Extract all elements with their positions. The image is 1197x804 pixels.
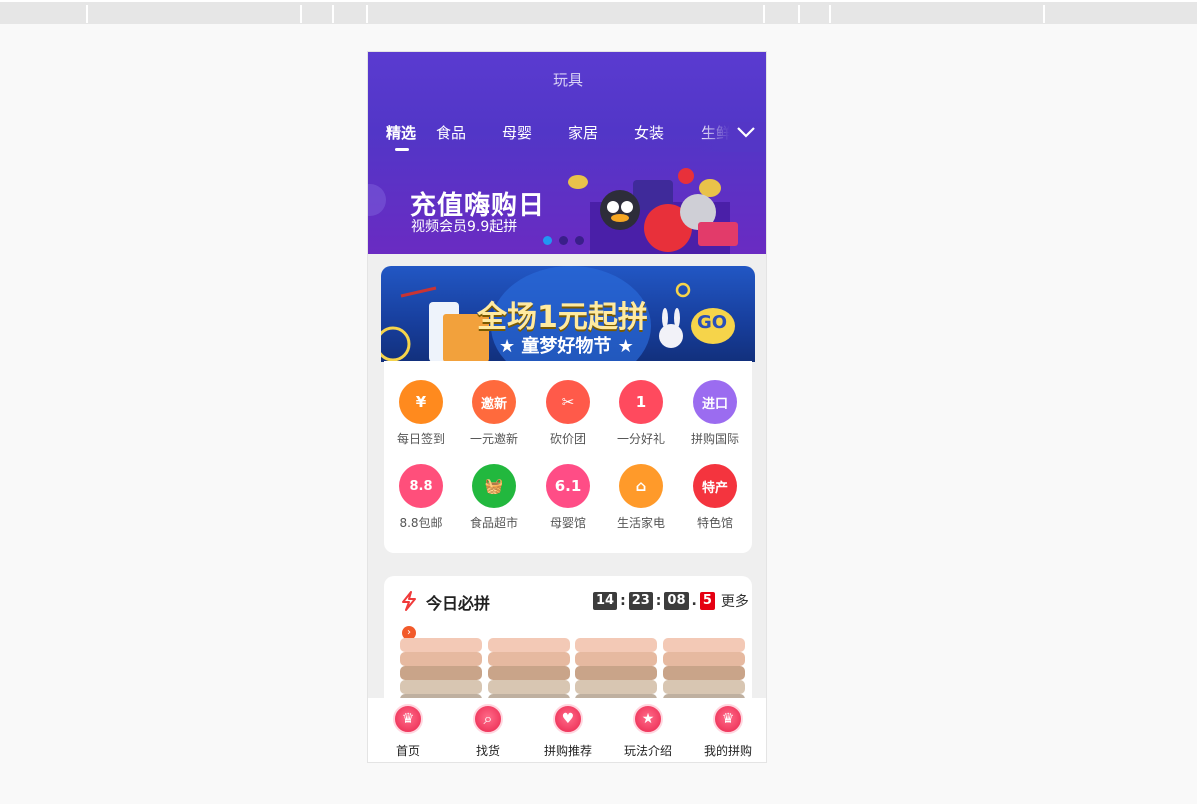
promo-subline: ★ 童梦好物节 ★ xyxy=(499,336,634,357)
plane-import-icon: 进口 xyxy=(693,380,737,424)
go-badge: GO xyxy=(697,312,728,333)
chevron-down-icon[interactable] xyxy=(736,124,756,140)
shortcut-label: 一分好礼 xyxy=(616,432,665,446)
tabbar-label: 找货 xyxy=(475,744,500,758)
browser-toolbar xyxy=(0,0,1197,24)
tab-label: 精选 xyxy=(386,124,417,142)
baby-icon: 6.1 xyxy=(546,464,590,508)
toolbar-divider xyxy=(366,5,368,23)
timer-seconds: 08 xyxy=(664,592,689,610)
heart-icon: ♥ xyxy=(553,704,583,734)
china-map-icon: 特产 xyxy=(693,464,737,508)
page-title: 玩具 xyxy=(552,71,583,89)
toolbar-divider xyxy=(332,5,334,23)
more-link[interactable]: 更多 xyxy=(721,591,749,611)
timer-separator: : xyxy=(620,593,626,609)
shortcut-label: 一元邀新 xyxy=(469,432,518,446)
daily-deal-card: 今日必拼 14 : 23 : 08 . 5 更多 › xyxy=(384,576,752,716)
promo-banner[interactable]: 全场1元起拼 ★ 童梦好物节 ★ GO xyxy=(381,266,755,362)
toolbar-divider xyxy=(829,5,831,23)
shortcut-item[interactable]: 🧺 食品超市 xyxy=(459,464,529,531)
shortcut-label: 生活家电 xyxy=(616,516,665,530)
shortcut-item[interactable]: 进口 拼购国际 xyxy=(680,380,750,447)
carousel-dot[interactable] xyxy=(575,236,584,245)
shortcut-label: 每日签到 xyxy=(396,432,445,446)
tabbar-howto[interactable]: ★ 玩法介绍 xyxy=(608,704,688,759)
tabbar-home[interactable]: ♛ 首页 xyxy=(368,704,448,759)
shortcut-item[interactable]: 8.8 8.8包邮 xyxy=(386,464,456,531)
search-icon: ⌕ xyxy=(473,704,503,734)
shortcut-label: 8.8包邮 xyxy=(399,516,443,530)
invite-new-icon: 邀新 xyxy=(472,380,516,424)
tabbar-label: 我的拼购 xyxy=(703,744,752,758)
tabbar-mine[interactable]: ♛ 我的拼购 xyxy=(688,704,766,759)
tab-womens[interactable]: 女装 xyxy=(634,122,664,143)
crown-home-icon: ♛ xyxy=(393,704,423,734)
tabbar-recommend[interactable]: ♥ 拼购推荐 xyxy=(528,704,608,759)
tabbar-label: 拼购推荐 xyxy=(543,744,592,758)
shortcut-label: 拼购国际 xyxy=(690,432,739,446)
toolbar-divider xyxy=(763,5,765,23)
shortcut-label: 母婴馆 xyxy=(549,516,586,530)
calendar-check-icon: ¥ xyxy=(399,380,443,424)
timer-fraction: 5 xyxy=(699,592,715,610)
shortcut-label: 特色馆 xyxy=(696,516,733,530)
toolbar-divider xyxy=(798,5,800,23)
timer-hours: 14 xyxy=(593,592,618,610)
tab-home[interactable]: 家居 xyxy=(568,122,598,143)
banner-subline: 视频会员9.9起拼 xyxy=(411,219,518,235)
countdown-timer: 14 : 23 : 08 . 5 更多 xyxy=(593,591,749,611)
shortcut-label: 食品超市 xyxy=(469,516,518,530)
toolbar-divider xyxy=(1043,5,1045,23)
tabbar-find[interactable]: ⌕ 找货 xyxy=(448,704,528,759)
toolbar-divider xyxy=(300,5,302,23)
crown-profile-icon: ♛ xyxy=(713,704,743,734)
shortcut-item[interactable]: ¥ 每日签到 xyxy=(386,380,456,447)
shortcut-label: 砍价团 xyxy=(549,432,586,446)
tabbar-label: 玩法介绍 xyxy=(623,744,672,758)
active-tab-indicator xyxy=(395,148,409,151)
shortcut-item[interactable]: 邀新 一元邀新 xyxy=(459,380,529,447)
shortcut-grid: ¥ 每日签到 邀新 一元邀新 ✂ 砍价团 1 一分好礼 进口 拼购国际 8.8 … xyxy=(384,361,752,553)
star-icon: ★ xyxy=(633,704,663,734)
carousel-dot[interactable] xyxy=(559,236,568,245)
lightning-icon xyxy=(402,591,416,611)
promo-headline: 全场1元起拼 xyxy=(477,300,648,335)
basket-icon: 🧺 xyxy=(472,464,516,508)
free-shipping-icon: 8.8 xyxy=(399,464,443,508)
toolbar-divider xyxy=(86,5,88,23)
carousel-dot[interactable] xyxy=(543,236,552,245)
shortcut-item[interactable]: 6.1 母婴馆 xyxy=(533,464,603,531)
tab-fade xyxy=(698,122,766,152)
shortcut-item[interactable]: ✂ 砍价团 xyxy=(533,380,603,447)
tab-baby[interactable]: 母婴 xyxy=(502,122,532,143)
shortcut-item[interactable]: ⌂ 生活家电 xyxy=(606,464,676,531)
shortcut-item[interactable]: 1 一分好礼 xyxy=(606,380,676,447)
price-cut-icon: ✂ xyxy=(546,380,590,424)
category-tabs: 精选 食品 母婴 家居 女装 生鲜 xyxy=(368,122,766,152)
carousel-dots xyxy=(543,230,591,249)
timer-separator: : xyxy=(655,593,662,609)
rice-cooker-icon: ⌂ xyxy=(619,464,663,508)
tabbar-label: 首页 xyxy=(395,744,420,758)
deal-title: 今日必拼 xyxy=(426,594,491,613)
tab-featured[interactable]: 精选 xyxy=(386,122,417,151)
lucky-wheel-icon: 1 xyxy=(619,380,663,424)
mobile-page: 玩具 精选 食品 母婴 家居 女装 生鲜 xyxy=(367,51,767,763)
tab-food[interactable]: 食品 xyxy=(436,122,466,143)
shortcut-item[interactable]: 特产 特色馆 xyxy=(680,464,750,531)
timer-minutes: 23 xyxy=(628,592,653,610)
header: 玩具 精选 食品 母婴 家居 女装 生鲜 xyxy=(368,52,766,254)
bottom-tab-bar: ♛ 首页 ⌕ 找货 ♥ 拼购推荐 ★ 玩法介绍 ♛ 我的拼购 xyxy=(368,698,766,762)
timer-separator: . xyxy=(691,593,697,609)
